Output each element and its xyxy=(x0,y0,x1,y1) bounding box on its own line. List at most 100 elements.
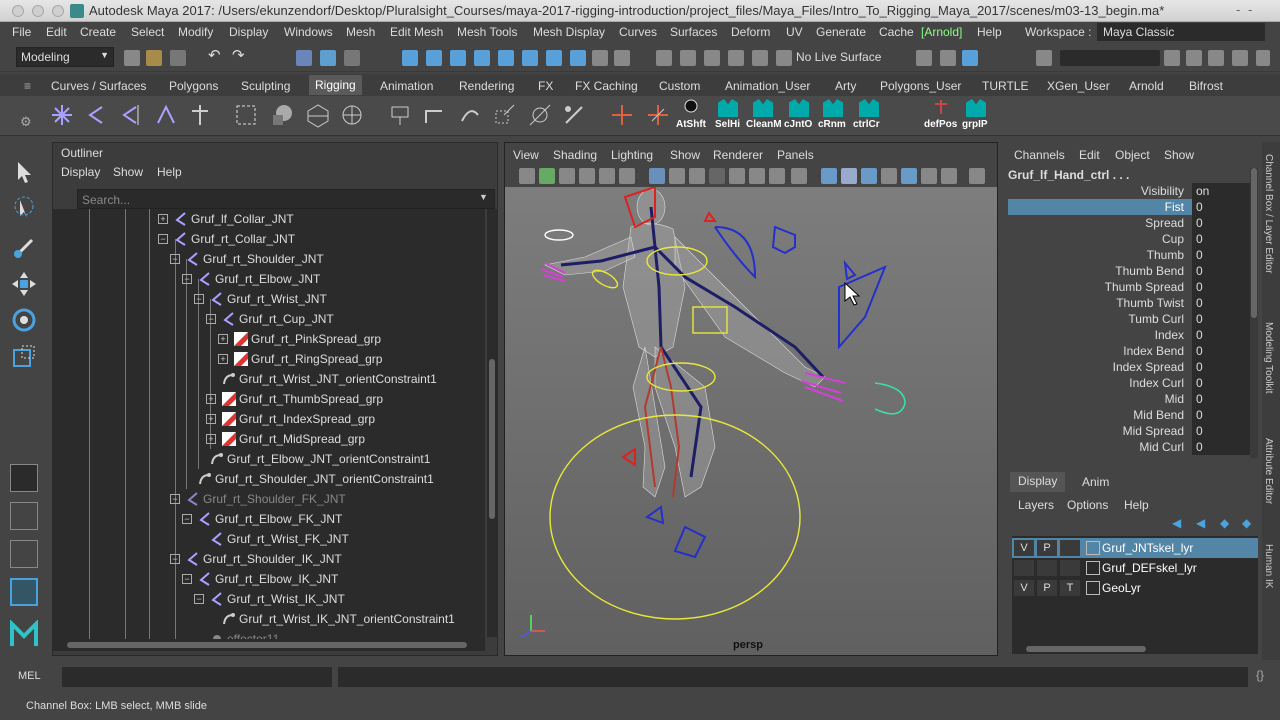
gate-mask-icon[interactable] xyxy=(709,168,725,184)
move-tool-icon[interactable] xyxy=(10,270,38,298)
chevron-down-icon[interactable]: ▼ xyxy=(479,192,488,202)
shelf-tab-rigging[interactable]: Rigging xyxy=(309,75,362,95)
channel-row[interactable]: Tumb Curl 0 xyxy=(1008,311,1256,327)
channel-row[interactable]: Thumb Bend 0 xyxy=(1008,263,1256,279)
new-layer-icon[interactable]: ◆ xyxy=(1220,516,1229,530)
select-by-component-icon[interactable] xyxy=(344,50,360,66)
tree-row[interactable]: Gruf_rt_Elbow_JNT_orientConstraint1 xyxy=(53,449,485,469)
layer-display-type-toggle[interactable] xyxy=(1060,560,1080,576)
tree-row[interactable]: − Gruf_rt_Shoulder_JNT xyxy=(53,249,485,269)
use-all-lights-icon[interactable] xyxy=(921,168,937,184)
channel-row[interactable]: Index Spread 0 xyxy=(1008,359,1256,375)
shelf-tab-sculpting[interactable]: Sculpting xyxy=(241,79,290,93)
shelf-button-cjnto[interactable]: cJntO xyxy=(784,98,812,134)
menu-mesh-display[interactable]: Mesh Display xyxy=(533,25,605,39)
collapse-icon[interactable]: − xyxy=(170,254,180,264)
lasso-tool-icon[interactable] xyxy=(10,196,38,224)
bind-skin-icon[interactable] xyxy=(232,101,260,129)
layer-menu-help[interactable]: Help xyxy=(1124,498,1149,512)
shelf-tab-animation-user[interactable]: Animation_User xyxy=(725,79,810,93)
collapse-icon[interactable]: − xyxy=(182,274,192,284)
tree-row[interactable]: − Gruf_rt_Collar_JNT xyxy=(53,229,485,249)
layer-tab-display[interactable]: Display xyxy=(1010,472,1066,492)
viewport-menu-shading[interactable]: Shading xyxy=(553,148,597,162)
magnet-icon[interactable] xyxy=(776,50,792,66)
outliner-menu-show[interactable]: Show xyxy=(113,165,143,179)
channel-box-toggle-icon[interactable] xyxy=(1232,50,1248,66)
menu-select[interactable]: Select xyxy=(131,25,164,39)
snap-grid-icon[interactable] xyxy=(402,50,418,66)
shelf-tab-custom[interactable]: Custom xyxy=(659,79,700,93)
menu-generate[interactable]: Generate xyxy=(816,25,866,39)
layer-color-swatch[interactable] xyxy=(1086,561,1100,575)
workspace-dropdown[interactable]: Maya Classic xyxy=(1097,23,1265,41)
channelbox-object-name[interactable]: Gruf_lf_Hand_ctrl . . . xyxy=(1008,168,1129,182)
viewport-menu-panels[interactable]: Panels xyxy=(777,148,814,162)
render-icon[interactable] xyxy=(916,50,932,66)
command-input[interactable] xyxy=(62,667,332,687)
viewport-menu-view[interactable]: View xyxy=(513,148,539,162)
move-layer-up-icon[interactable]: ◀ xyxy=(1172,516,1181,530)
layer-visibility-toggle[interactable] xyxy=(1014,560,1034,576)
login-icon[interactable] xyxy=(1164,50,1180,66)
history-icon[interactable] xyxy=(656,50,672,66)
channel-row[interactable]: Cup 0 xyxy=(1008,231,1256,247)
expand-icon[interactable]: + xyxy=(206,414,216,424)
persp-outliner-layout-icon[interactable] xyxy=(10,578,38,606)
menu-windows[interactable]: Windows xyxy=(284,25,333,39)
safe-action-icon[interactable] xyxy=(749,168,765,184)
outliner-horizontal-scrollbar[interactable] xyxy=(53,639,485,651)
layer-row[interactable]: V P T GeoLyr xyxy=(1012,578,1258,598)
zoom-window-button[interactable] xyxy=(52,5,64,17)
layer-display-type-toggle[interactable]: T xyxy=(1060,580,1080,596)
new-layer-selected-icon[interactable]: ◆ xyxy=(1242,516,1251,530)
grid-icon[interactable] xyxy=(649,168,665,184)
sidebar-toggle-icon[interactable] xyxy=(1036,50,1052,66)
snap-live-icon[interactable] xyxy=(498,50,514,66)
tree-row[interactable]: − Gruf_rt_Wrist_IK_JNT xyxy=(53,589,485,609)
shelf-tab-polygons-user[interactable]: Polygons_User xyxy=(880,79,961,93)
outliner-vertical-scrollbar[interactable] xyxy=(487,209,497,637)
tool-settings-toggle-icon[interactable] xyxy=(1208,50,1224,66)
menu-file[interactable]: File xyxy=(12,25,31,39)
layer-playback-toggle[interactable]: P xyxy=(1037,580,1057,596)
channel-row[interactable]: Mid Spread 0 xyxy=(1008,423,1256,439)
snap-curve-icon[interactable] xyxy=(426,50,442,66)
pole-vector-icon[interactable] xyxy=(560,101,588,129)
channelbox-scrollbar[interactable] xyxy=(1250,168,1258,458)
select-by-object-icon[interactable] xyxy=(320,50,336,66)
channelbox-menu-show[interactable]: Show xyxy=(1164,148,1194,162)
layer-visibility-toggle[interactable]: V xyxy=(1014,540,1034,556)
collapse-icon[interactable]: − xyxy=(170,494,180,504)
channel-row[interactable]: Visibility on xyxy=(1008,183,1256,199)
tree-row[interactable]: Gruf_rt_Wrist_IK_JNT_orientConstraint1 xyxy=(53,609,485,629)
menu-deform[interactable]: Deform xyxy=(731,25,770,39)
shelf-button-grpip[interactable]: grpIP xyxy=(962,98,990,134)
insert-joint-icon[interactable] xyxy=(82,101,110,129)
ipr-render-icon[interactable] xyxy=(962,50,978,66)
layer-playback-toggle[interactable] xyxy=(1037,560,1057,576)
scrollbar-thumb[interactable] xyxy=(1251,168,1257,318)
mirror-joint-icon[interactable] xyxy=(116,101,144,129)
channel-row[interactable]: Thumb Twist 0 xyxy=(1008,295,1256,311)
layer-color-swatch[interactable] xyxy=(1086,541,1100,555)
rename-icon[interactable] xyxy=(752,50,768,66)
shadows-icon[interactable] xyxy=(941,168,957,184)
collapse-icon[interactable]: − xyxy=(170,554,180,564)
render-view-icon[interactable] xyxy=(940,50,956,66)
viewport-canvas[interactable]: persp xyxy=(505,187,997,655)
outliner-search-input[interactable]: Search... xyxy=(77,189,495,209)
shelf-button-crnm[interactable]: cRnm xyxy=(818,98,846,134)
tree-row[interactable]: Gruf_rt_Wrist_FK_JNT xyxy=(53,529,485,549)
aim-constraint-icon[interactable] xyxy=(526,101,554,129)
snap-edge-icon[interactable] xyxy=(570,50,586,66)
tree-row[interactable]: − Gruf_rt_Cup_JNT xyxy=(53,309,485,329)
viewport-menu-lighting[interactable]: Lighting xyxy=(611,148,653,162)
menu-display[interactable]: Display xyxy=(229,25,268,39)
tree-row[interactable]: Gruf_rt_Shoulder_JNT_orientConstraint1 xyxy=(53,469,485,489)
script-editor-icon[interactable]: {} xyxy=(1256,668,1264,682)
menu-cache[interactable]: Cache xyxy=(879,25,914,39)
expand-icon[interactable]: + xyxy=(206,394,216,404)
layer-tab-anim[interactable]: Anim xyxy=(1082,475,1109,489)
layer-horizontal-scrollbar[interactable] xyxy=(1012,644,1258,654)
